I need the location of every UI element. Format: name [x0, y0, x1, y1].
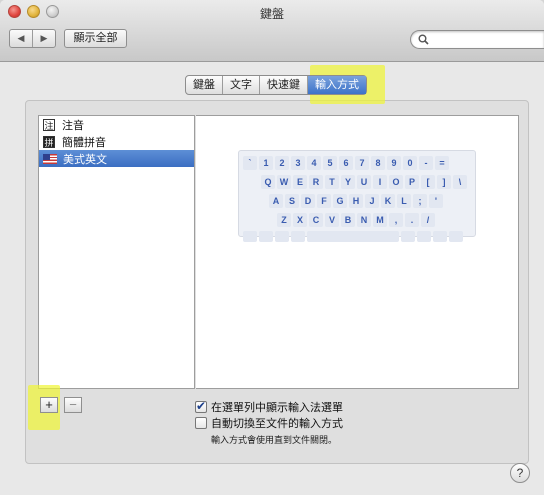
back-forward-control: ◀ ▶: [9, 29, 56, 48]
keyboard-key: .: [405, 212, 419, 227]
keyboard-key: 3: [291, 155, 305, 170]
us-flag-icon: [43, 153, 57, 164]
forward-icon[interactable]: ▶: [33, 30, 55, 47]
keyboard-key: I: [373, 174, 387, 189]
keyboard-key: 5: [323, 155, 337, 170]
list-item-simplified-pinyin[interactable]: 拼 簡體拼音: [39, 133, 194, 150]
list-item-us-english[interactable]: 美式英文: [39, 150, 194, 167]
keyboard-key: 8: [371, 155, 385, 170]
keyboard-key: K: [381, 193, 395, 208]
search-field[interactable]: [410, 30, 544, 49]
window-title: 鍵盤: [259, 7, 284, 21]
keyboard-key: F: [317, 193, 331, 208]
keyboard-key: R: [309, 174, 323, 189]
keyboard-key: H: [349, 193, 363, 208]
tab-text[interactable]: 文字: [223, 76, 260, 94]
keyboard-key: W: [277, 174, 291, 189]
keyboard-row-home: A S D F G H J K L; ': [243, 193, 471, 208]
keyboard-key: 0: [403, 155, 417, 170]
title-bar: 鍵盤 ◀ ▶ 顯示全部: [0, 0, 544, 62]
list-item-label: 美式英文: [63, 153, 107, 166]
pinyin-icon: 拼: [43, 135, 55, 148]
tab-shortcuts[interactable]: 快速鍵: [260, 76, 308, 94]
help-button[interactable]: ?: [510, 463, 530, 483]
show-input-menu-option[interactable]: 在選單列中顯示輸入法選單: [195, 399, 343, 415]
keyboard-layout-preview: ` 1 2 3 4 5 6 7 8 9 0- = Q W E R T Y U I O P[] \ A S D F G H J K L; ' …: [238, 150, 476, 242]
keyboard-key: 4: [307, 155, 321, 170]
keyboard-key: /: [421, 212, 435, 227]
remove-input-source-button[interactable]: −: [64, 397, 82, 413]
keyboard-key: E: [293, 174, 307, 189]
show-input-menu-label: 在選單列中顯示輸入法選單: [211, 402, 343, 414]
keyboard-key: ': [429, 193, 443, 208]
keyboard-key: 2: [275, 155, 289, 170]
back-icon[interactable]: ◀: [10, 30, 33, 47]
list-item-zhuyin[interactable]: 注 注音: [39, 116, 194, 133]
input-source-list[interactable]: 注 注音 拼 簡體拼音 美式英文: [38, 115, 195, 389]
keyboard-key: N: [357, 212, 371, 227]
keyboard-key: ,: [389, 212, 403, 227]
keyboard-key: T: [325, 174, 339, 189]
tab-keyboard[interactable]: 鍵盤: [186, 76, 223, 94]
keyboard-key: S: [285, 193, 299, 208]
keyboard-key: =: [435, 155, 449, 170]
keyboard-row-top: Q W E R T Y U I O P[] \: [243, 174, 471, 189]
keyboard-key: M: [373, 212, 387, 227]
auto-switch-note: 輸入方式會使用直到文件關閉。: [211, 435, 338, 445]
keyboard-key: -: [419, 155, 433, 170]
show-input-menu-checkbox[interactable]: [195, 399, 207, 413]
auto-switch-option[interactable]: 自動切換至文件的輸入方式: [195, 415, 343, 431]
list-item-label: 注音: [62, 119, 84, 132]
keyboard-key: A: [269, 193, 283, 208]
keyboard-row-bottom: Z X C V B N M,. /: [243, 212, 471, 227]
tab-input-sources[interactable]: 輸入方式: [308, 76, 366, 94]
keyboard-key: P: [405, 174, 419, 189]
keyboard-key: Z: [277, 212, 291, 227]
keyboard-row-space: [243, 231, 471, 242]
keyboard-key: J: [365, 193, 379, 208]
keyboard-key: 1: [259, 155, 273, 170]
add-input-source-button[interactable]: +: [40, 397, 58, 413]
tab-bar: 鍵盤 文字 快速鍵 輸入方式: [185, 75, 367, 95]
keyboard-key: O: [389, 174, 403, 189]
keyboard-key: G: [333, 193, 347, 208]
auto-switch-checkbox[interactable]: [195, 417, 207, 429]
keyboard-key: ;: [413, 193, 427, 208]
keyboard-row-numbers: ` 1 2 3 4 5 6 7 8 9 0- =: [243, 155, 471, 170]
auto-switch-label: 自動切換至文件的輸入方式: [211, 418, 343, 430]
keyboard-key: ]: [437, 174, 451, 189]
keyboard-key: Q: [261, 174, 275, 189]
keyboard-key: \: [453, 174, 467, 189]
keyboard-key: 7: [355, 155, 369, 170]
keyboard-key: X: [293, 212, 307, 227]
keyboard-key: C: [309, 212, 323, 227]
keyboard-key: Y: [341, 174, 355, 189]
keyboard-key: D: [301, 193, 315, 208]
keyboard-key: V: [325, 212, 339, 227]
keyboard-key: 9: [387, 155, 401, 170]
list-item-label: 簡體拼音: [62, 136, 106, 149]
keyboard-key: U: [357, 174, 371, 189]
search-icon: [418, 34, 429, 45]
zhuyin-icon: 注: [43, 118, 55, 131]
keyboard-key: L: [397, 193, 411, 208]
keyboard-key: [: [421, 174, 435, 189]
show-all-button[interactable]: 顯示全部: [64, 29, 127, 48]
keyboard-key: B: [341, 212, 355, 227]
keyboard-key: 6: [339, 155, 353, 170]
preferences-window: 鍵盤 ◀ ▶ 顯示全部 鍵盤 文字 快速鍵 輸入方式 注 注音 拼 簡體拼音 美…: [0, 0, 544, 495]
keyboard-key: `: [243, 155, 257, 170]
